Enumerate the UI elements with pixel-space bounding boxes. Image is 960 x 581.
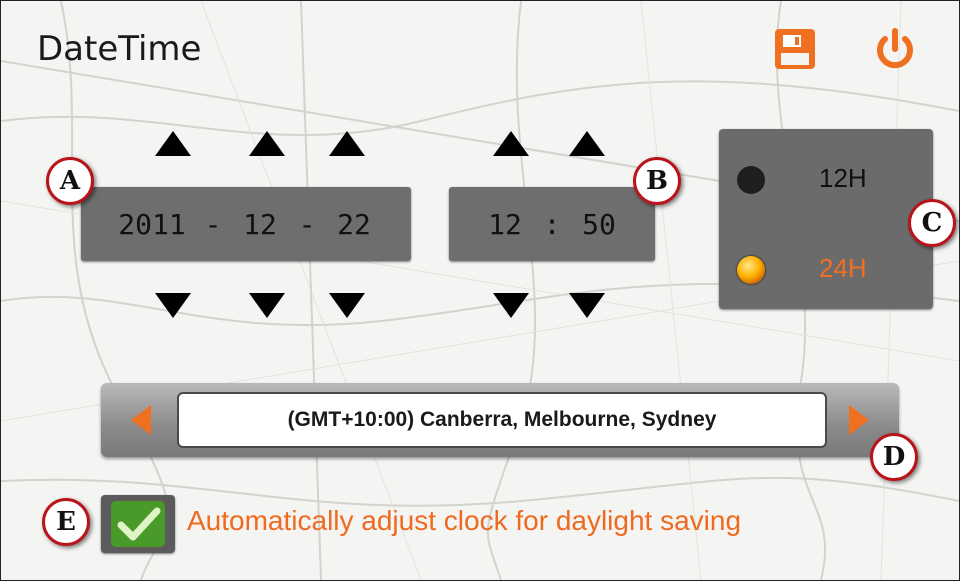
page-title: DateTime bbox=[37, 29, 202, 69]
radio-12h[interactable]: 12H bbox=[719, 151, 933, 207]
datetime-screen: DateTime 2011 - 12 - 22 12 : 50 12H 24H … bbox=[0, 0, 960, 581]
radio-24h[interactable]: 24H bbox=[719, 241, 933, 297]
year-up-arrow[interactable] bbox=[155, 131, 191, 156]
minute-down-arrow[interactable] bbox=[569, 293, 605, 318]
minute-value: 50 bbox=[582, 207, 616, 241]
floppy-disk-icon bbox=[775, 29, 815, 69]
hour-value: 12 bbox=[488, 207, 522, 241]
timezone-selector: (GMT+10:00) Canberra, Melbourne, Sydney bbox=[101, 383, 899, 457]
day-up-arrow[interactable] bbox=[329, 131, 365, 156]
daylight-label: Automatically adjust clock for daylight … bbox=[187, 505, 742, 536]
minute-up-arrow[interactable] bbox=[569, 131, 605, 156]
month-down-arrow[interactable] bbox=[249, 293, 285, 318]
timezone-prev-arrow[interactable] bbox=[131, 405, 151, 435]
timezone-next-arrow[interactable] bbox=[849, 405, 869, 435]
day-down-arrow[interactable] bbox=[329, 293, 365, 318]
hour-down-arrow[interactable] bbox=[493, 293, 529, 318]
date-separator: - bbox=[204, 207, 222, 241]
callout-a: A bbox=[46, 157, 94, 205]
radio-24h-label: 24H bbox=[819, 253, 867, 283]
timezone-value[interactable]: (GMT+10:00) Canberra, Melbourne, Sydney bbox=[177, 392, 827, 448]
date-field[interactable]: 2011 - 12 - 22 bbox=[81, 187, 411, 261]
time-separator: : bbox=[543, 207, 561, 241]
month-value: 12 bbox=[243, 207, 277, 241]
callout-e: E bbox=[42, 498, 90, 546]
power-button[interactable] bbox=[871, 25, 919, 73]
save-button[interactable] bbox=[771, 25, 819, 73]
radio-unselected-icon bbox=[737, 166, 765, 194]
month-up-arrow[interactable] bbox=[249, 131, 285, 156]
day-value: 22 bbox=[337, 207, 371, 241]
checkmark-icon bbox=[111, 501, 165, 547]
radio-12h-label: 12H bbox=[819, 163, 867, 193]
year-value: 2011 bbox=[118, 207, 186, 241]
daylight-checkbox[interactable] bbox=[101, 495, 175, 553]
callout-c: C bbox=[908, 199, 956, 247]
callout-b: B bbox=[633, 157, 681, 205]
time-format-panel: 12H 24H bbox=[719, 129, 933, 309]
radio-selected-icon bbox=[737, 256, 765, 284]
time-field[interactable]: 12 : 50 bbox=[449, 187, 655, 261]
callout-d: D bbox=[870, 433, 918, 481]
date-separator: - bbox=[298, 207, 316, 241]
power-icon bbox=[877, 28, 913, 69]
year-down-arrow[interactable] bbox=[155, 293, 191, 318]
hour-up-arrow[interactable] bbox=[493, 131, 529, 156]
